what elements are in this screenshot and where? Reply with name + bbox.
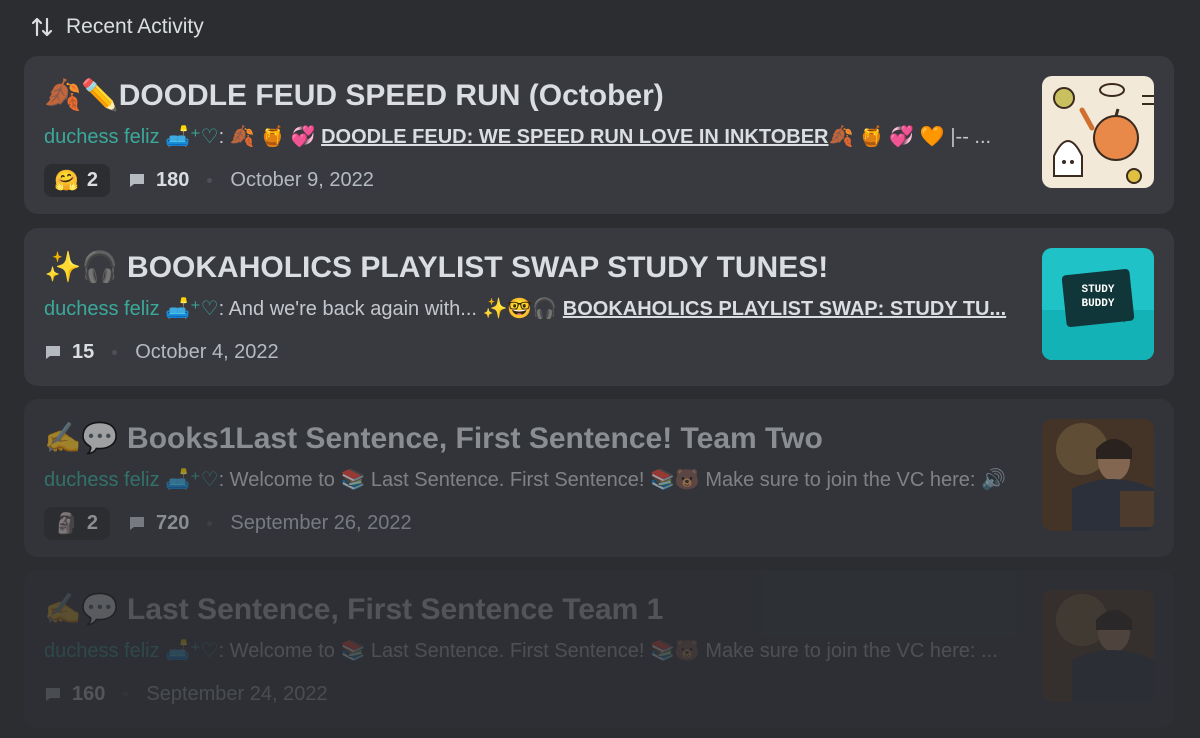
post-date: October 4, 2022: [135, 340, 279, 363]
sort-icon: [30, 15, 54, 39]
post-preview: duchess feliz 🛋️⁺♡: Welcome to 📚 Last Se…: [44, 636, 1019, 666]
reaction-button[interactable]: 🗿 2: [44, 506, 111, 540]
comment-icon: [130, 174, 145, 187]
separator-dot: [123, 691, 129, 697]
post-preview: duchess feliz 🛋️⁺♡: And we're back again…: [44, 294, 1019, 324]
post-meta: 🤗 2 180 October 9, 2022: [44, 162, 374, 198]
comment-icon: [46, 688, 60, 701]
separator-dot: [207, 520, 213, 526]
reaction-emoji: 🤗: [54, 169, 79, 192]
post-thumbnail[interactable]: [1042, 76, 1154, 188]
post-meta: 15 October 4, 2022: [44, 334, 279, 370]
comment-count-value: 720: [156, 511, 190, 534]
post-card[interactable]: ✍️💬 Books1Last Sentence, First Sentence!…: [24, 399, 1174, 557]
comment-count-value: 160: [72, 682, 106, 705]
post-author[interactable]: duchess feliz 🛋️⁺♡: [44, 469, 219, 491]
post-thumbnail[interactable]: [1042, 419, 1154, 531]
thumb-text: STUDY: [1081, 284, 1114, 296]
post-thumbnail[interactable]: [1042, 590, 1154, 702]
comment-count-value: 15: [72, 340, 95, 363]
post-title[interactable]: ✍️💬 Books1Last Sentence, First Sentence!…: [44, 417, 1034, 461]
comment-count: 720: [128, 512, 189, 535]
reaction-count: 2: [86, 511, 99, 534]
reaction-button[interactable]: 🤗 2: [44, 163, 111, 197]
comment-count-value: 180: [156, 168, 190, 191]
post-meta: 🗿 2 720 September 26, 2022: [44, 505, 412, 541]
post-author[interactable]: duchess feliz 🛋️⁺♡: [44, 126, 219, 148]
post-title[interactable]: ✍️💬 Last Sentence, First Sentence Team 1: [44, 588, 1034, 632]
post-preview: duchess feliz 🛋️⁺♡: 🍂 🍯 💞 DOODLE FEUD: W…: [44, 122, 1019, 152]
preview-link[interactable]: BOOKAHOLICS PLAYLIST SWAP: STUDY TU...: [563, 298, 1006, 320]
comment-icon: [130, 517, 145, 530]
post-date: September 26, 2022: [230, 511, 412, 534]
reaction-count: 2: [86, 168, 99, 191]
post-date: September 24, 2022: [146, 682, 328, 705]
post-preview: duchess feliz 🛋️⁺♡: Welcome to 📚 Last Se…: [44, 465, 1019, 495]
post-meta: 160 September 24, 2022: [44, 676, 328, 712]
post-thumbnail[interactable]: STUDY BUDDY Playlist Swap: [1042, 248, 1154, 360]
reaction-emoji: 🗿: [54, 512, 79, 535]
header-title: Recent Activity: [66, 15, 204, 38]
post-date: October 9, 2022: [230, 168, 374, 191]
post-author[interactable]: duchess feliz 🛋️⁺♡: [44, 640, 219, 662]
post-card[interactable]: 🍂✏️DOODLE FEUD SPEED RUN (October) duche…: [24, 56, 1174, 214]
thumb-text: BUDDY: [1081, 298, 1114, 310]
comment-count: 15: [44, 341, 94, 364]
post-card[interactable]: ✨🎧 BOOKAHOLICS PLAYLIST SWAP STUDY TUNES…: [24, 228, 1174, 386]
preview-text: : And we're back again with... ✨🤓🎧: [218, 298, 563, 320]
preview-link[interactable]: DOODLE FEUD: WE SPEED RUN LOVE IN INKTOB…: [321, 126, 828, 148]
preview-suffix: 🍂 🍯 💞 🧡 |-- ...: [828, 126, 992, 148]
separator-dot: [112, 349, 118, 355]
comment-count: 160: [44, 683, 105, 706]
comment-count: 180: [128, 169, 189, 192]
post-title[interactable]: ✨🎧 BOOKAHOLICS PLAYLIST SWAP STUDY TUNES…: [44, 246, 1034, 290]
post-card[interactable]: ✍️💬 Last Sentence, First Sentence Team 1…: [24, 570, 1174, 728]
preview-text: : 🍂 🍯 💞: [218, 126, 322, 148]
thumb-text: Playlist Swap: [1073, 316, 1128, 324]
post-title[interactable]: 🍂✏️DOODLE FEUD SPEED RUN (October): [44, 74, 1034, 118]
separator-dot: [207, 177, 213, 183]
post-author[interactable]: duchess feliz 🛋️⁺♡: [44, 298, 219, 320]
preview-text: : Welcome to 📚 Last Sentence. First Sent…: [218, 640, 998, 662]
recent-activity-header[interactable]: Recent Activity: [30, 12, 204, 42]
comment-icon: [46, 346, 60, 359]
preview-text: : Welcome to 📚 Last Sentence. First Sent…: [218, 469, 1006, 491]
